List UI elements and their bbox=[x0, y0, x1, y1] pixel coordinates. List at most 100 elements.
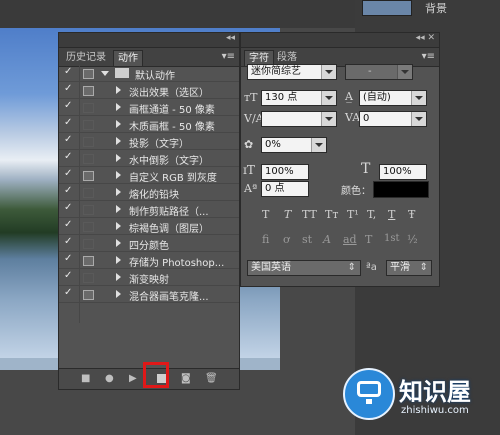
vertical-scale-input[interactable]: 100% bbox=[261, 164, 309, 180]
action-row[interactable]: ✓ 棕褐色调（图层） bbox=[59, 218, 239, 235]
font-size-input[interactable]: 130 点 bbox=[261, 90, 337, 106]
dialog-toggle-icon[interactable] bbox=[83, 222, 94, 232]
panel-menu-icon[interactable]: ▾≡ bbox=[222, 51, 235, 62]
checkmark-icon[interactable]: ✓ bbox=[64, 168, 72, 179]
action-row[interactable]: ✓ 存储为 Photoshop... bbox=[59, 252, 239, 269]
tab-history[interactable]: 历史记录 bbox=[62, 50, 110, 66]
dialog-toggle-icon[interactable] bbox=[83, 239, 94, 249]
checkmark-icon[interactable]: ✓ bbox=[64, 287, 72, 298]
checkmark-icon[interactable]: ✓ bbox=[64, 219, 72, 230]
fractions-button[interactable]: ½ bbox=[407, 233, 418, 246]
dialog-toggle-icon[interactable] bbox=[83, 273, 94, 283]
superscript-button[interactable]: T¹ bbox=[347, 208, 359, 221]
dialog-toggle-icon[interactable] bbox=[83, 86, 94, 96]
stop-icon[interactable]: ■ bbox=[81, 373, 90, 384]
kerning-input[interactable] bbox=[261, 111, 337, 127]
new-action-icon[interactable]: ◙ bbox=[181, 373, 191, 384]
swash-button[interactable]: A bbox=[323, 233, 331, 246]
action-label: 淡出效果（选区） bbox=[129, 88, 209, 99]
action-row[interactable]: ✓ 混合器画笔克隆... bbox=[59, 286, 239, 303]
expand-right-icon[interactable] bbox=[116, 103, 121, 111]
checkmark-icon[interactable]: ✓ bbox=[64, 202, 72, 213]
dialog-toggle-icon[interactable] bbox=[83, 205, 94, 215]
action-row[interactable]: ✓ 自定义 RGB 到灰度 bbox=[59, 167, 239, 184]
small-caps-button[interactable]: Tт bbox=[325, 208, 338, 221]
watermark-url: zhishiwu.com bbox=[401, 405, 469, 416]
action-row[interactable]: ✓ 淡出效果（选区） bbox=[59, 82, 239, 99]
checkmark-icon[interactable]: ✓ bbox=[64, 100, 72, 111]
action-row[interactable]: ✓ 画框通道 - 50 像素 bbox=[59, 99, 239, 116]
expand-right-icon[interactable] bbox=[116, 154, 121, 162]
underline-button[interactable]: T bbox=[388, 208, 395, 221]
dialog-toggle-icon[interactable] bbox=[83, 137, 94, 147]
subscript-button[interactable]: T, bbox=[367, 208, 376, 221]
language-select[interactable]: 美国英语 ⇕ bbox=[247, 260, 361, 276]
discretionary-ligature-button[interactable]: st bbox=[302, 233, 312, 246]
expand-right-icon[interactable] bbox=[116, 273, 121, 281]
ligature-button[interactable]: fi bbox=[262, 233, 269, 246]
font-style-select[interactable]: - bbox=[345, 64, 413, 80]
text-color-swatch[interactable] bbox=[373, 181, 429, 198]
baseline-shift-input[interactable]: 0 点 bbox=[261, 181, 309, 197]
expand-right-icon[interactable] bbox=[116, 205, 121, 213]
checkmark-icon[interactable]: ✓ bbox=[64, 236, 72, 247]
action-row[interactable]: ✓ 水中倒影（文字） bbox=[59, 150, 239, 167]
leading-input[interactable]: (自动) bbox=[359, 90, 427, 106]
checkmark-icon[interactable]: ✓ bbox=[64, 83, 72, 94]
expand-right-icon[interactable] bbox=[116, 239, 121, 247]
collapse-icon[interactable]: ◂◂ ✕ bbox=[416, 33, 435, 43]
layer-name[interactable]: 背景 bbox=[425, 0, 447, 16]
expand-down-icon[interactable] bbox=[101, 71, 109, 76]
checkmark-icon[interactable]: ✓ bbox=[64, 270, 72, 281]
collapse-icon[interactable]: ◂◂ bbox=[226, 33, 235, 43]
trash-icon[interactable]: 🗑 bbox=[205, 373, 218, 384]
expand-right-icon[interactable] bbox=[116, 137, 121, 145]
dialog-toggle-icon[interactable] bbox=[83, 256, 94, 266]
checkmark-icon[interactable]: ✓ bbox=[64, 66, 72, 77]
expand-right-icon[interactable] bbox=[116, 86, 121, 94]
faux-italic-button[interactable]: T bbox=[284, 208, 291, 221]
checkmark-icon[interactable]: ✓ bbox=[64, 134, 72, 145]
panel-menu-icon[interactable]: ▾≡ bbox=[422, 51, 435, 62]
horizontal-scale-input[interactable]: 100% bbox=[379, 164, 427, 180]
checkmark-icon[interactable]: ✓ bbox=[64, 185, 72, 196]
checkmark-icon[interactable]: ✓ bbox=[64, 151, 72, 162]
faux-bold-button[interactable]: T bbox=[262, 208, 269, 221]
ordinals-button[interactable]: 1st bbox=[384, 233, 400, 244]
expand-right-icon[interactable] bbox=[116, 188, 121, 196]
dialog-toggle-icon[interactable] bbox=[83, 290, 94, 300]
action-row[interactable]: ✓ 投影（文字） bbox=[59, 133, 239, 150]
tracking-input[interactable]: 0 bbox=[359, 111, 427, 127]
dialog-toggle-icon[interactable] bbox=[83, 188, 94, 198]
action-row[interactable]: ✓ 制作剪贴路径（... bbox=[59, 201, 239, 218]
stylistic-alternates-button[interactable]: ad bbox=[343, 233, 357, 246]
record-icon[interactable]: ● bbox=[105, 373, 114, 384]
dialog-toggle-icon[interactable] bbox=[83, 69, 94, 79]
action-row[interactable]: ✓ 四分颜色 bbox=[59, 235, 239, 252]
action-row[interactable]: ✓ 木质画框 - 50 像素 bbox=[59, 116, 239, 133]
dialog-toggle-icon[interactable] bbox=[83, 171, 94, 181]
contextual-alternates-button[interactable]: ơ bbox=[283, 233, 290, 246]
tsume-input[interactable]: 0% bbox=[261, 137, 327, 153]
expand-right-icon[interactable] bbox=[116, 222, 121, 230]
tab-actions[interactable]: 动作 bbox=[113, 50, 143, 66]
action-set-row[interactable]: ✓ 默认动作 bbox=[59, 65, 239, 82]
strikethrough-button[interactable]: Ŧ bbox=[408, 208, 415, 221]
dialog-toggle-icon[interactable] bbox=[83, 103, 94, 113]
layer-thumbnail[interactable] bbox=[362, 0, 412, 16]
dialog-toggle-icon[interactable] bbox=[83, 154, 94, 164]
expand-right-icon[interactable] bbox=[116, 256, 121, 264]
expand-right-icon[interactable] bbox=[116, 290, 121, 298]
checkmark-icon[interactable]: ✓ bbox=[64, 117, 72, 128]
play-icon[interactable]: ▶ bbox=[129, 373, 137, 384]
antialias-select[interactable]: 平滑 ⇕ bbox=[386, 260, 432, 276]
expand-right-icon[interactable] bbox=[116, 120, 121, 128]
dialog-toggle-icon[interactable] bbox=[83, 120, 94, 130]
all-caps-button[interactable]: TT bbox=[302, 208, 317, 221]
action-row[interactable]: ✓ 熔化的铅块 bbox=[59, 184, 239, 201]
expand-right-icon[interactable] bbox=[116, 171, 121, 179]
font-family-select[interactable]: 迷你简综艺 bbox=[247, 64, 337, 80]
titling-alternates-button[interactable]: T bbox=[365, 233, 372, 246]
action-row[interactable]: ✓ 渐变映射 bbox=[59, 269, 239, 286]
checkmark-icon[interactable]: ✓ bbox=[64, 253, 72, 264]
